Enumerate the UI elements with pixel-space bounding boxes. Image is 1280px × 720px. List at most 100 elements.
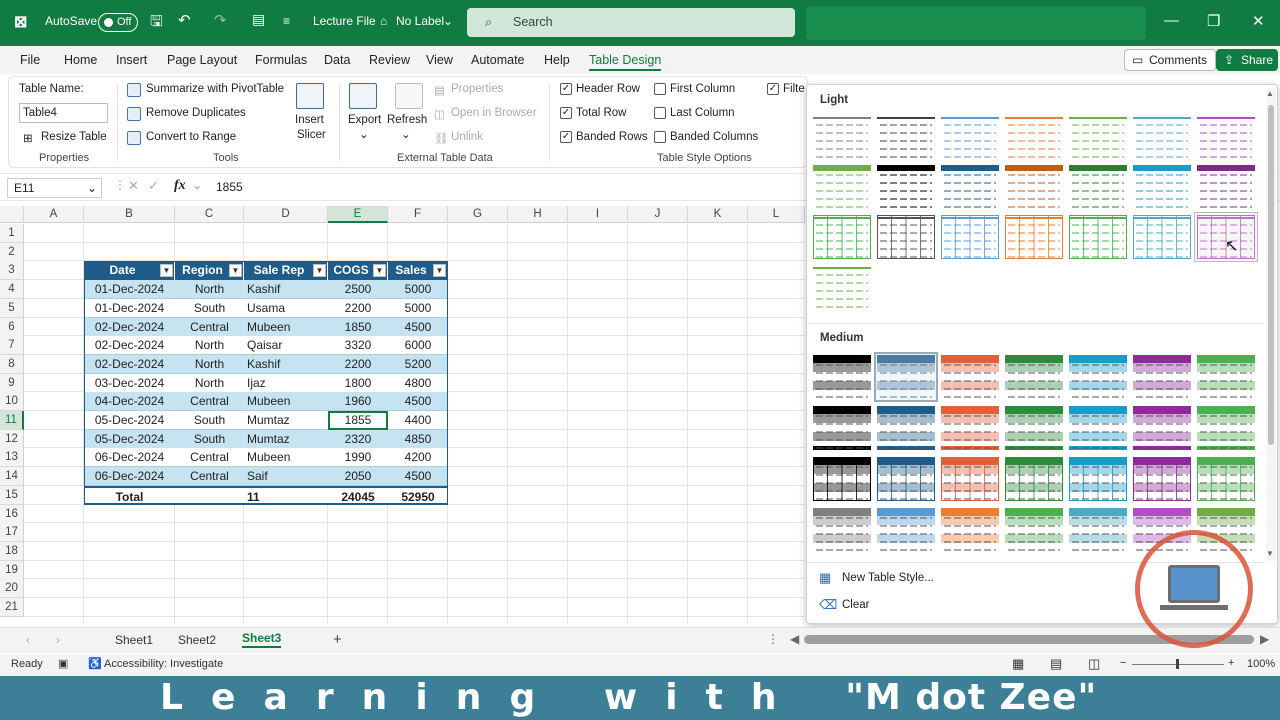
table-cell[interactable]: 04-Dec-2024 [84,392,175,412]
table-cell[interactable]: South [175,429,244,449]
row-header-8[interactable]: 8 [0,354,24,374]
table-cell[interactable]: 4400 [388,411,448,430]
row-header-4[interactable]: 4 [0,280,24,300]
table-cell[interactable]: 4500 [388,467,448,487]
table-cell[interactable]: 06-Dec-2024 [84,448,175,468]
tab-automate[interactable]: Automate [471,53,525,67]
insert-function-icon[interactable]: fx [174,178,186,194]
table-style-light-8[interactable] [813,165,871,209]
sheet-tab-1[interactable]: Sheet1 [115,633,153,647]
refresh-button[interactable]: Refresh [387,114,427,126]
table-style-medium-19[interactable] [1069,457,1127,501]
column-header-b[interactable]: B [84,206,175,223]
table-style-medium-25[interactable] [1005,508,1063,552]
row-header-9[interactable]: 9 [0,373,24,393]
column-header-k[interactable]: K [688,206,748,223]
tab-review[interactable]: Review [369,53,410,67]
row-header-19[interactable]: 19 [0,560,24,580]
row-header-3[interactable]: 3 [0,261,24,281]
table-style-medium-8[interactable] [813,406,871,450]
table-style-medium-22[interactable] [813,508,871,552]
table-total-cell[interactable]: 24045 [328,485,388,505]
table-cell[interactable]: Usama [244,298,328,318]
table-style-medium-23[interactable] [877,508,935,552]
clear-button[interactable]: Clear [842,599,869,611]
filter-dropdown-icon[interactable]: ▼ [313,264,326,278]
table-style-medium-10[interactable] [941,406,999,450]
table-cell[interactable]: Kashif [244,354,328,374]
table-style-medium-24[interactable] [941,508,999,552]
row-header-18[interactable]: 18 [0,541,24,561]
table-cell[interactable]: Mumtaz [244,411,328,430]
tab-data[interactable]: Data [324,53,350,67]
convert-to-range-button[interactable]: Convert to Range [146,131,236,143]
table-style-light-1[interactable] [813,115,871,159]
table-style-medium-18[interactable] [1005,457,1063,501]
resize-table-button[interactable]: Resize Table [41,131,107,143]
table-cell[interactable]: 1800 [328,373,388,393]
row-header-13[interactable]: 13 [0,448,24,468]
summarize-pivottable-button[interactable]: Summarize with PivotTable [146,83,284,95]
column-header-l[interactable]: L [748,206,805,223]
column-header-j[interactable]: J [628,206,688,223]
table-style-light-17[interactable] [941,215,999,259]
table-style-light-2[interactable] [877,115,935,159]
table-cell[interactable]: 1850 [328,317,388,337]
table-style-light-19[interactable] [1069,215,1127,259]
table-cell[interactable]: 5000 [388,298,448,318]
column-header-c[interactable]: C [175,206,244,223]
table-cell[interactable]: Mubeen [244,317,328,337]
table-cell[interactable]: 2050 [328,467,388,487]
export-button[interactable]: Export [348,114,381,126]
row-header-11[interactable]: 11 [0,411,24,430]
minimize-icon[interactable]: — [1164,12,1179,29]
select-all-corner[interactable] [0,206,24,223]
scroll-up-icon[interactable]: ▲ [1266,89,1274,98]
next-sheet-icon[interactable]: › [56,633,60,647]
undo-icon[interactable]: ↶ [178,11,191,29]
active-cell[interactable]: 1855 [328,411,388,430]
filter-dropdown-icon[interactable]: ▼ [373,264,386,278]
gallery-scrollbar[interactable]: ▲ ▼ [1266,89,1276,561]
table-cell[interactable]: South [175,411,244,430]
table-header-sale-rep[interactable]: Sale Rep ▼ [244,261,328,281]
table-style-medium-21[interactable] [1197,457,1255,501]
table-style-light-3[interactable] [941,115,999,159]
unlink-button[interactable]: Unlink [451,131,483,143]
zoom-in-icon[interactable]: + [1228,657,1234,669]
row-header-6[interactable]: 6 [0,317,24,337]
name-box[interactable]: E11 ⌄ [7,178,102,198]
row-header-5[interactable]: 5 [0,298,24,318]
refresh-chevron-icon[interactable]: ⌄ [401,127,411,141]
sheet-tab-2[interactable]: Sheet2 [178,633,216,647]
page-layout-view-icon[interactable]: ▤ [1050,656,1062,672]
table-cell[interactable]: South [175,298,244,318]
sensitivity-label[interactable]: No Label [396,14,444,28]
table-style-light-13[interactable] [1133,165,1191,209]
page-break-view-icon[interactable]: ◫ [1088,656,1100,672]
table-cell[interactable]: 02-Dec-2024 [84,336,175,356]
table-cell[interactable]: 4800 [388,373,448,393]
table-cell[interactable]: 02-Dec-2024 [84,317,175,337]
banded-rows-checkbox[interactable]: ✓ [560,131,572,143]
total-row-checkbox[interactable]: ✓ [560,107,572,119]
save-icon[interactable]: 🖫 [150,11,163,36]
open-in-browser-button[interactable]: Open in Browser [451,107,537,119]
table-style-light-14[interactable] [1197,165,1255,209]
column-header-g[interactable]: G [448,206,508,223]
table-cell[interactable]: Central [175,448,244,468]
scrollbar-thumb[interactable] [1268,105,1274,445]
column-header-f[interactable]: F [388,206,448,223]
table-cell[interactable]: 06-Dec-2024 [84,467,175,487]
column-header-h[interactable]: H [508,206,568,223]
row-header-12[interactable]: 12 [0,429,24,449]
row-header-16[interactable]: 16 [0,504,24,524]
worksheet-grid[interactable]: A B C D E F G H I J K L 1 2 3 4 5 6 7 8 9 10 11 12 13 14 15 16 17 18 1… [0,206,805,624]
table-style-light-7[interactable] [1197,115,1255,159]
table-cell[interactable]: 01-Dec-2024 [84,280,175,300]
column-header-a[interactable]: A [24,206,84,223]
autosave-toggle[interactable]: Off [98,13,138,32]
sheet-tab-3[interactable]: Sheet3 [242,631,282,648]
table-style-medium-6[interactable] [1133,355,1191,399]
customize-qat-icon[interactable]: ≡ [283,14,290,28]
